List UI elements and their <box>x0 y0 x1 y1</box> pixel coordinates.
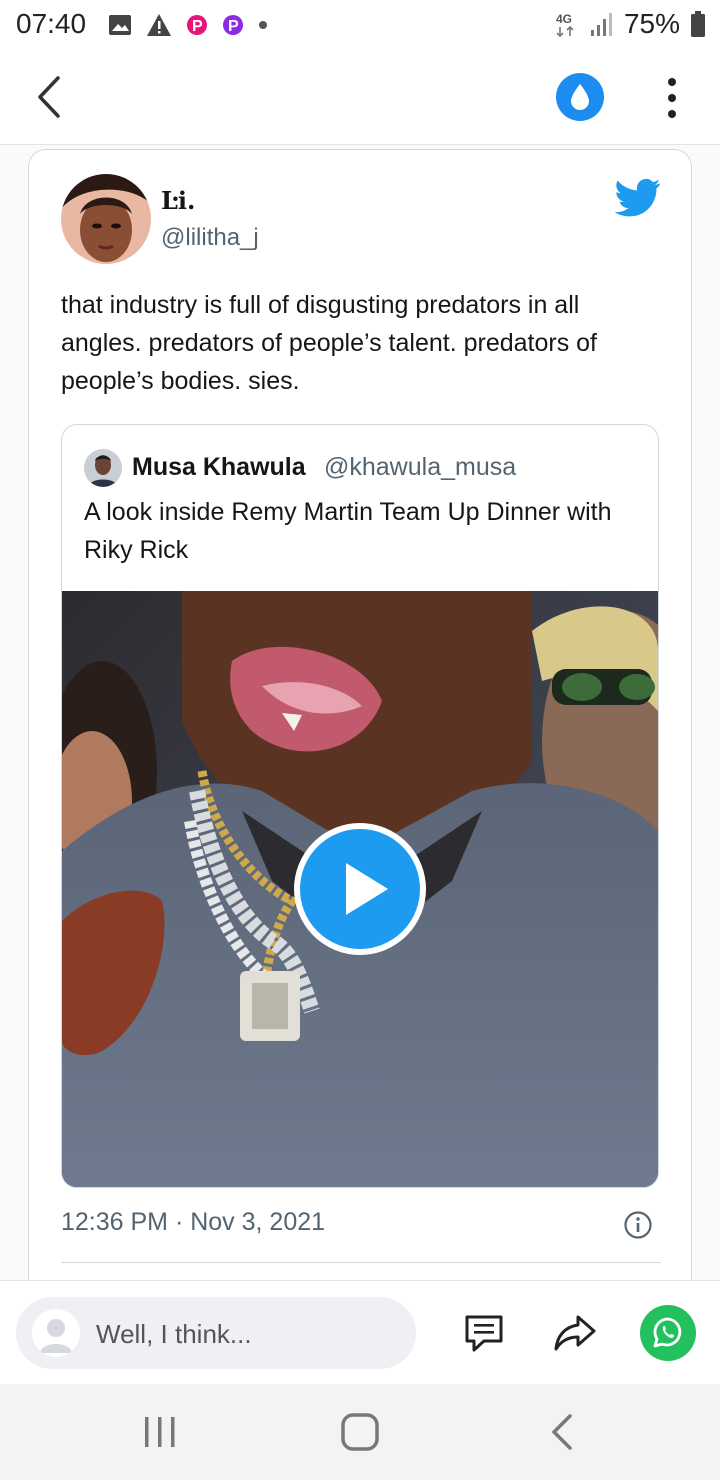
signal-icon <box>590 13 612 36</box>
whatsapp-share-button[interactable] <box>640 1305 696 1361</box>
status-right: 4G 75% <box>554 8 706 40</box>
author-name[interactable]: Ŀi. <box>161 186 195 215</box>
tweet-text: that industry is full of disgusting pred… <box>61 291 597 395</box>
p-app-icon: P <box>223 15 243 35</box>
recents-icon <box>145 1417 175 1447</box>
quoted-tweet[interactable]: Musa Khawula @khawula_musa A look inside… <box>61 424 659 1188</box>
data-saver-button[interactable] <box>556 73 604 121</box>
author-avatar[interactable] <box>61 174 151 264</box>
user-avatar <box>32 1309 80 1357</box>
status-time: 07:40 <box>16 8 87 39</box>
back-icon <box>552 1414 572 1450</box>
svg-text:4G: 4G <box>556 12 572 26</box>
play-icon <box>346 863 388 915</box>
bottom-action-bar: Well, I think... <box>0 1280 720 1385</box>
system-back-button[interactable] <box>548 1412 576 1452</box>
svg-text:P: P <box>192 18 203 35</box>
user-placeholder-icon <box>40 1319 72 1353</box>
quoted-author-avatar[interactable] <box>84 449 122 487</box>
status-bar: 07:40 P P 4G 75% <box>0 0 720 50</box>
recents-button[interactable] <box>142 1414 178 1450</box>
system-nav-bar <box>0 1384 720 1480</box>
comment-icon <box>465 1315 503 1352</box>
video-thumbnail[interactable] <box>62 591 658 1187</box>
dot-icon <box>259 21 267 29</box>
battery-percent: 75% <box>623 8 680 39</box>
twitter-logo-link[interactable] <box>614 178 661 218</box>
author-handle[interactable]: @lilitha_j <box>161 224 259 252</box>
more-vertical-icon <box>668 78 676 118</box>
gallery-icon <box>109 15 131 35</box>
p-app-icon: P <box>187 15 207 35</box>
back-button[interactable] <box>30 72 70 122</box>
home-icon <box>341 1413 379 1451</box>
whatsapp-icon <box>653 1317 682 1348</box>
info-icon <box>624 1211 652 1239</box>
more-options-button[interactable] <box>660 76 684 120</box>
home-button[interactable] <box>340 1412 380 1452</box>
share-button[interactable] <box>552 1311 598 1355</box>
water-drop-icon <box>571 84 589 110</box>
article-content: Ŀi. @lilitha_j that industry is full of … <box>0 145 720 1280</box>
notification-icons: P P <box>108 10 268 40</box>
comments-button[interactable] <box>462 1311 506 1355</box>
quoted-tweet-text: A look inside Remy Martin Team Up Dinner… <box>84 498 612 564</box>
svg-text:P: P <box>228 18 239 35</box>
top-toolbar <box>0 50 720 145</box>
battery-icon <box>691 11 705 37</box>
avatar-image <box>61 174 151 264</box>
card-divider <box>61 1262 661 1263</box>
twitter-bird-icon <box>614 178 661 217</box>
tweet-timestamp[interactable]: 12:36 PM · Nov 3, 2021 <box>61 1208 325 1237</box>
share-icon <box>554 1315 596 1351</box>
network-4g-icon: 4G <box>556 12 574 38</box>
comment-placeholder: Well, I think... <box>96 1319 252 1349</box>
embedded-tweet[interactable]: Ŀi. @lilitha_j that industry is full of … <box>28 149 692 1280</box>
quoted-author-name[interactable]: Musa Khawula <box>132 453 306 482</box>
warning-icon <box>147 14 171 36</box>
play-button[interactable] <box>294 823 426 955</box>
chevron-left-icon <box>38 76 60 118</box>
info-button[interactable] <box>623 1210 653 1240</box>
quoted-avatar-image <box>84 449 122 487</box>
quoted-author-handle[interactable]: @khawula_musa <box>324 453 516 482</box>
comment-input[interactable]: Well, I think... <box>16 1297 416 1369</box>
